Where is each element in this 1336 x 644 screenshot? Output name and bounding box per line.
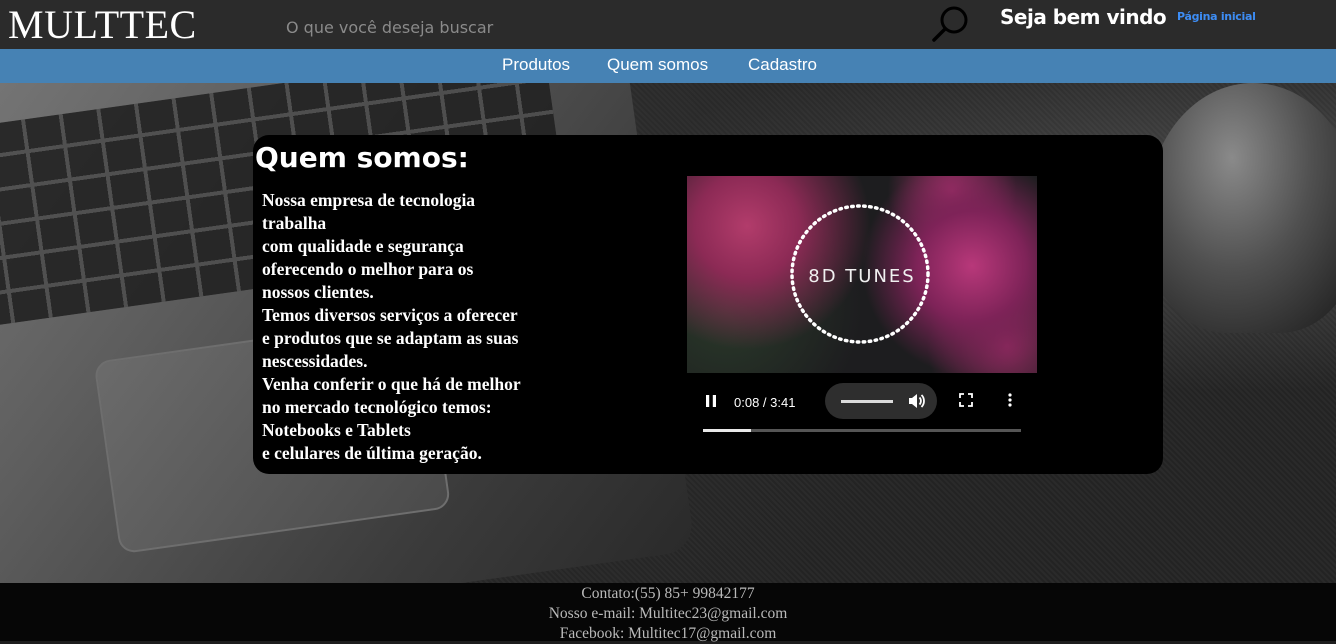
- about-line: no mercado tecnológico temos:: [262, 397, 492, 417]
- video-progress-bar[interactable]: [703, 429, 1021, 432]
- site-logo[interactable]: MULTTEC: [8, 2, 197, 48]
- mouse-background-image: [1148, 83, 1336, 333]
- about-panel: Quem somos: Nossa empresa de tecnologia …: [253, 135, 1163, 474]
- volume-icon[interactable]: [906, 391, 926, 416]
- video-frame[interactable]: 8D TUNES: [687, 176, 1037, 373]
- about-line: e produtos que se adaptam as suas: [262, 328, 519, 348]
- video-controls: 0:08 / 3:41: [687, 373, 1037, 449]
- video-progress-fill: [703, 429, 751, 432]
- video-time: 0:08 / 3:41: [734, 395, 796, 410]
- search-icon[interactable]: [930, 4, 974, 44]
- about-line: Temos diversos serviços a oferecer: [262, 305, 518, 325]
- about-title: Quem somos:: [255, 141, 469, 174]
- welcome-text: Seja bem vindo: [1000, 5, 1167, 29]
- about-line: e celulares de última geração.: [262, 443, 482, 463]
- about-line: Notebooks e Tablets: [262, 420, 411, 440]
- pause-icon[interactable]: [704, 393, 718, 414]
- home-link[interactable]: Página inicial: [1177, 10, 1256, 23]
- search-input[interactable]: [278, 12, 914, 42]
- footer: Contato:(55) 85+ 99842177 Nosso e-mail: …: [0, 583, 1336, 642]
- video-player[interactable]: 8D TUNES 0:08 / 3:41: [687, 176, 1037, 449]
- about-line: com qualidade e segurança: [262, 236, 464, 256]
- volume-slider[interactable]: [841, 400, 893, 403]
- nav-item-quem-somos[interactable]: Quem somos: [607, 56, 708, 74]
- header-bar: MULTTEC Seja bem vindo Página inicial: [0, 0, 1336, 49]
- video-overlay-text: 8D TUNES: [808, 266, 916, 287]
- main-nav: Produtos Quem somos Cadastro: [0, 49, 1336, 83]
- about-line: trabalha: [262, 213, 327, 233]
- about-line: oferecendo o melhor para os: [262, 259, 474, 279]
- nav-item-produtos[interactable]: Produtos: [502, 56, 570, 74]
- footer-email: Nosso e-mail: Multitec23@gmail.com: [548, 605, 788, 622]
- about-line: Venha conferir o que há de melhor: [262, 374, 521, 394]
- nav-item-cadastro[interactable]: Cadastro: [748, 56, 817, 74]
- about-text: Nossa empresa de tecnologia trabalha com…: [262, 189, 582, 465]
- volume-control[interactable]: [825, 383, 937, 419]
- about-line: nescessidades.: [262, 351, 368, 371]
- more-options-icon[interactable]: [1007, 392, 1013, 413]
- footer-facebook: Facebook: Multitec17@gmail.com: [559, 625, 777, 642]
- fullscreen-icon[interactable]: [958, 392, 974, 413]
- about-line: nossos clientes.: [262, 282, 374, 302]
- about-line: Nossa empresa de tecnologia: [262, 190, 476, 210]
- footer-contact: Contato:(55) 85+ 99842177: [581, 585, 755, 602]
